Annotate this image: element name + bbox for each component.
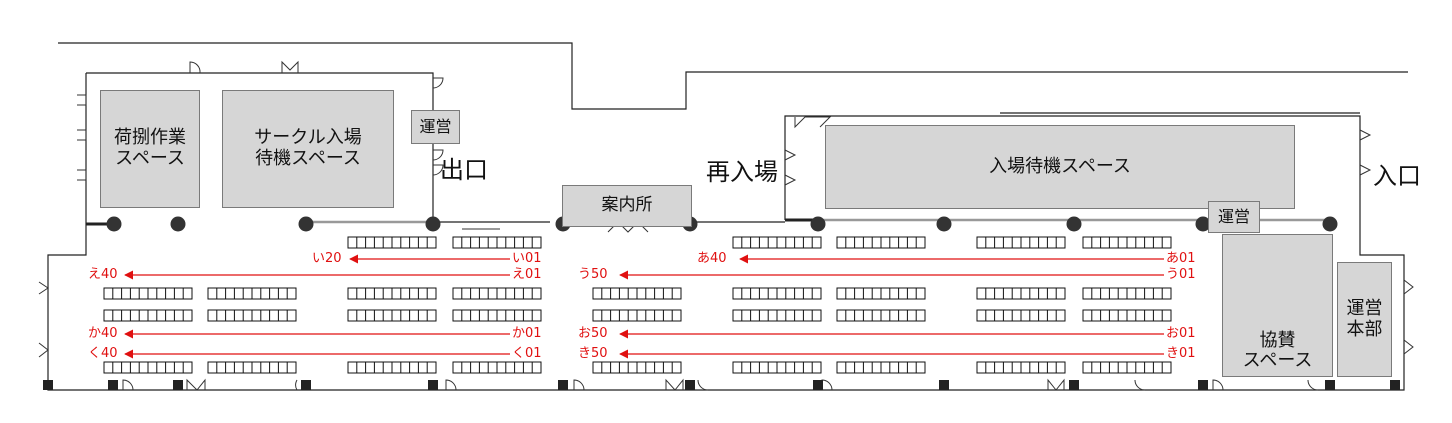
row-label-a40: あ40 — [697, 251, 727, 266]
table-block — [976, 309, 1066, 322]
pillar — [425, 216, 441, 232]
column — [685, 380, 695, 390]
row-label-i20: い20 — [312, 251, 342, 266]
reentry-sign: 再入場 — [706, 158, 778, 186]
table-block — [976, 287, 1066, 300]
pillar — [298, 216, 314, 232]
row-label-e01: え01 — [512, 267, 542, 282]
wall-columns — [43, 380, 1400, 390]
entry-waiting-space: 入場待機スペース — [825, 125, 1295, 209]
table-block — [452, 361, 542, 374]
column — [108, 380, 118, 390]
row-label-u01: う01 — [1166, 267, 1196, 282]
table-block — [732, 236, 822, 249]
table-block — [836, 287, 926, 300]
circle-waiting-space: サークル入場 待機スペース — [222, 90, 394, 208]
table-block — [1082, 287, 1172, 300]
row-label-ka01: か01 — [512, 326, 542, 341]
row-label-e40: え40 — [88, 267, 118, 282]
pillar — [1322, 216, 1338, 232]
aisle-arrows — [124, 254, 1164, 359]
staff-entry-booth: 運営 — [1208, 201, 1260, 233]
table-block — [452, 309, 542, 322]
table-block — [452, 287, 542, 300]
pillar — [106, 216, 122, 232]
column — [1390, 380, 1400, 390]
column — [1069, 380, 1079, 390]
staff-headquarters: 運営 本部 — [1337, 262, 1392, 377]
exit-sign: 出口 — [440, 156, 488, 184]
venue-floor-map: 荷捌作業 スペース サークル入場 待機スペース 運営 案内所 入場待機スペース … — [0, 0, 1452, 423]
table-block — [347, 287, 437, 300]
table-block — [592, 361, 682, 374]
table-block — [836, 309, 926, 322]
circle-tables — [103, 236, 1172, 374]
table-block — [1082, 309, 1172, 322]
row-label-a01: あ01 — [1166, 251, 1196, 266]
column — [301, 380, 311, 390]
row-label-u50: う50 — [578, 267, 608, 282]
entrance-sign: 入口 — [1373, 162, 1421, 190]
pillar — [810, 216, 826, 232]
column — [43, 380, 53, 390]
table-block — [836, 236, 926, 249]
column — [558, 380, 568, 390]
pillar — [170, 216, 186, 232]
row-label-ki01: き01 — [1166, 346, 1196, 361]
row-label-o50: お50 — [578, 326, 608, 341]
table-block — [103, 309, 193, 322]
loading-space: 荷捌作業 スペース — [100, 90, 200, 208]
row-label-o01: お01 — [1166, 326, 1196, 341]
table-block — [452, 236, 542, 249]
column — [428, 380, 438, 390]
row-label-ki50: き50 — [578, 346, 608, 361]
table-block — [207, 309, 297, 322]
column — [813, 380, 823, 390]
table-block — [347, 309, 437, 322]
pillar — [1066, 216, 1082, 232]
column — [1325, 380, 1335, 390]
column — [939, 380, 949, 390]
table-block — [103, 361, 193, 374]
column — [173, 380, 183, 390]
table-block — [592, 309, 682, 322]
row-label-ku40: く40 — [88, 346, 118, 361]
table-block — [592, 287, 682, 300]
table-block — [976, 361, 1066, 374]
pillar — [936, 216, 952, 232]
table-block — [732, 309, 822, 322]
table-block — [103, 287, 193, 300]
table-block — [836, 361, 926, 374]
table-block — [207, 361, 297, 374]
table-block — [207, 287, 297, 300]
row-label-ku01: く01 — [512, 346, 542, 361]
column — [1198, 380, 1208, 390]
row-label-i01: い01 — [512, 251, 542, 266]
sponsor-space: 協賛 スペース — [1222, 234, 1333, 377]
row-label-ka40: か40 — [88, 326, 118, 341]
info-desk: 案内所 — [562, 185, 692, 227]
table-block — [1082, 361, 1172, 374]
table-block — [732, 361, 822, 374]
table-block — [1082, 236, 1172, 249]
table-block — [976, 236, 1066, 249]
table-block — [732, 287, 822, 300]
table-block — [347, 236, 437, 249]
staff-exit-booth: 運営 — [411, 110, 460, 144]
table-block — [347, 361, 437, 374]
